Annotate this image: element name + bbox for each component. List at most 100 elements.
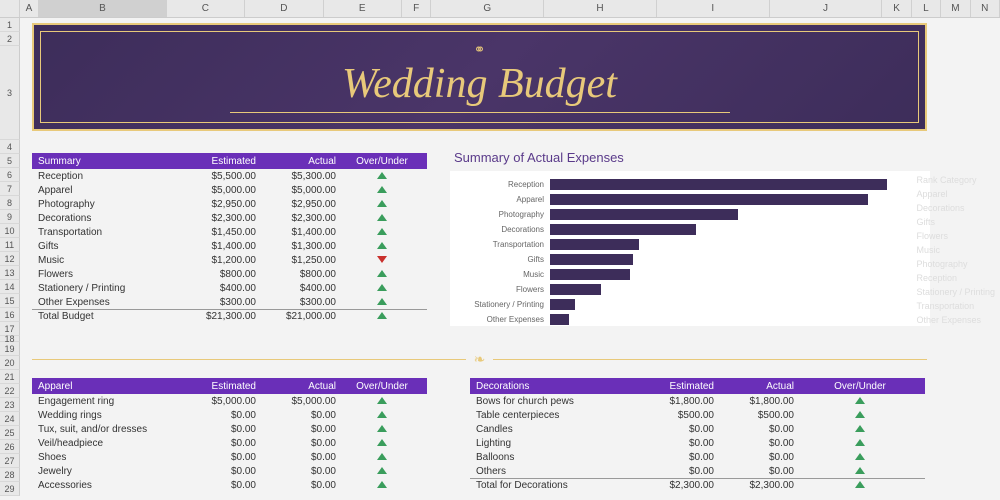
cell-estimated: $1,200.00 xyxy=(182,255,262,266)
row-header-21[interactable]: 21 xyxy=(0,370,20,384)
row-header-12[interactable]: 12 xyxy=(0,252,20,266)
col-header-K[interactable]: K xyxy=(882,0,911,17)
summary-total-row[interactable]: Total Budget $21,300.00 $21,000.00 xyxy=(32,309,427,323)
cell-estimated: $0.00 xyxy=(182,438,262,449)
apparel-row[interactable]: Accessories$0.00$0.00 xyxy=(32,478,427,492)
apparel-row[interactable]: Tux, suit, and/or dresses$0.00$0.00 xyxy=(32,422,427,436)
cell-name: Transportation xyxy=(32,227,182,238)
apparel-row[interactable]: Jewelry$0.00$0.00 xyxy=(32,464,427,478)
summary-row[interactable]: Other Expenses$300.00$300.00 xyxy=(32,295,427,309)
col-header-G[interactable]: G xyxy=(431,0,544,17)
row-header-25[interactable]: 25 xyxy=(0,426,20,440)
summary-row[interactable]: Stationery / Printing$400.00$400.00 xyxy=(32,281,427,295)
summary-row[interactable]: Photography$2,950.00$2,950.00 xyxy=(32,197,427,211)
row-header-28[interactable]: 28 xyxy=(0,468,20,482)
cell-estimated: $0.00 xyxy=(182,480,262,491)
decorations-row[interactable]: Balloons$0.00$0.00 xyxy=(470,450,925,464)
cell-estimated: $0.00 xyxy=(182,410,262,421)
cell-name: Flowers xyxy=(32,269,182,280)
col-header-F[interactable]: F xyxy=(402,0,431,17)
col-header-J[interactable]: J xyxy=(770,0,883,17)
row-header-27[interactable]: 27 xyxy=(0,454,20,468)
row-header-8[interactable]: 8 xyxy=(0,196,20,210)
row-header-1[interactable]: 1 xyxy=(0,18,20,32)
decorations-row[interactable]: Bows for church pews$1,800.00$1,800.00 xyxy=(470,394,925,408)
triangle-up-icon xyxy=(377,453,387,460)
banner-inner: ⚭ Wedding Budget xyxy=(40,31,919,123)
summary-row[interactable]: Transportation$1,450.00$1,400.00 xyxy=(32,225,427,239)
decorations-row[interactable]: Lighting$0.00$0.00 xyxy=(470,436,925,450)
triangle-up-icon xyxy=(377,242,387,249)
row-header-6[interactable]: 6 xyxy=(0,168,20,182)
cell-estimated: $0.00 xyxy=(182,466,262,477)
row-header-20[interactable]: 20 xyxy=(0,356,20,370)
cell-estimated: $0.00 xyxy=(640,424,720,435)
col-header-B[interactable]: B xyxy=(39,0,166,17)
triangle-up-icon xyxy=(855,453,865,460)
summary-row[interactable]: Decorations$2,300.00$2,300.00 xyxy=(32,211,427,225)
summary-row[interactable]: Reception$5,500.00$5,300.00 xyxy=(32,169,427,183)
row-header-24[interactable]: 24 xyxy=(0,412,20,426)
row-header-9[interactable]: 9 xyxy=(0,210,20,224)
chart-bar xyxy=(550,224,696,235)
row-header-23[interactable]: 23 xyxy=(0,398,20,412)
apparel-row[interactable]: Veil/headpiece$0.00$0.00 xyxy=(32,436,427,450)
row-header-3[interactable]: 3 xyxy=(0,46,20,140)
row-header-5[interactable]: 5 xyxy=(0,154,20,168)
col-header-I[interactable]: I xyxy=(657,0,770,17)
apparel-row[interactable]: Wedding rings$0.00$0.00 xyxy=(32,408,427,422)
row-header-16[interactable]: 16 xyxy=(0,308,20,322)
cell-name: Engagement ring xyxy=(32,396,182,407)
decorations-row[interactable]: Candles$0.00$0.00 xyxy=(470,422,925,436)
col-header-N[interactable]: N xyxy=(971,0,1000,17)
row-header-13[interactable]: 13 xyxy=(0,266,20,280)
row-header-29[interactable]: 29 xyxy=(0,482,20,496)
col-header-D[interactable]: D xyxy=(245,0,323,17)
triangle-up-icon xyxy=(377,172,387,179)
row-header-15[interactable]: 15 xyxy=(0,294,20,308)
cell-actual: $400.00 xyxy=(262,283,342,294)
col-header-C[interactable]: C xyxy=(167,0,245,17)
row-header-10[interactable]: 10 xyxy=(0,224,20,238)
decorations-row[interactable]: Table centerpieces$500.00$500.00 xyxy=(470,408,925,422)
decorations-row[interactable]: Others$0.00$0.00 xyxy=(470,464,925,478)
row-header-7[interactable]: 7 xyxy=(0,182,20,196)
chart-bar-row: Apparel xyxy=(454,192,920,206)
summary-row[interactable]: Gifts$1,400.00$1,300.00 xyxy=(32,239,427,253)
chart-bar-row: Reception xyxy=(454,177,920,191)
apparel-row[interactable]: Engagement ring$5,000.00$5,000.00 xyxy=(32,394,427,408)
row-header-22[interactable]: 22 xyxy=(0,384,20,398)
chart-area: Summary of Actual Expenses ReceptionAppa… xyxy=(450,150,930,326)
cell-indicator xyxy=(342,396,422,407)
summary-row[interactable]: Flowers$800.00$800.00 xyxy=(32,267,427,281)
row-header-2[interactable]: 2 xyxy=(0,32,20,46)
row-header-11[interactable]: 11 xyxy=(0,238,20,252)
row-header-26[interactable]: 26 xyxy=(0,440,20,454)
col-header-H[interactable]: H xyxy=(544,0,657,17)
apparel-header: Apparel Estimated Actual Over/Under xyxy=(32,378,427,394)
col-header-E[interactable]: E xyxy=(324,0,402,17)
col-header-M[interactable]: M xyxy=(941,0,970,17)
row-header-4[interactable]: 4 xyxy=(0,140,20,154)
col-header-A[interactable]: A xyxy=(20,0,40,17)
decorations-total-row[interactable]: Total for Decorations $2,300.00 $2,300.0… xyxy=(470,478,925,492)
banner-underline xyxy=(230,112,730,113)
apparel-row[interactable]: Shoes$0.00$0.00 xyxy=(32,450,427,464)
row-header-19[interactable]: 19 xyxy=(0,342,20,356)
col-over-under: Over/Under xyxy=(342,156,422,167)
summary-row[interactable]: Music$1,200.00$1,250.00 xyxy=(32,253,427,267)
cell-actual: $1,250.00 xyxy=(262,255,342,266)
triangle-up-icon xyxy=(377,481,387,488)
row-header-14[interactable]: 14 xyxy=(0,280,20,294)
total-label: Total Budget xyxy=(32,311,182,322)
cell-actual: $0.00 xyxy=(262,480,342,491)
cell-estimated: $1,800.00 xyxy=(640,396,720,407)
cell-estimated: $0.00 xyxy=(640,466,720,477)
title-banner: ⚭ Wedding Budget xyxy=(32,23,927,131)
summary-row[interactable]: Apparel$5,000.00$5,000.00 xyxy=(32,183,427,197)
triangle-up-icon xyxy=(855,481,865,488)
chart-bar xyxy=(550,314,569,325)
cell-estimated: $1,450.00 xyxy=(182,227,262,238)
chart-bar-label: Transportation xyxy=(454,240,550,249)
col-header-L[interactable]: L xyxy=(912,0,941,17)
